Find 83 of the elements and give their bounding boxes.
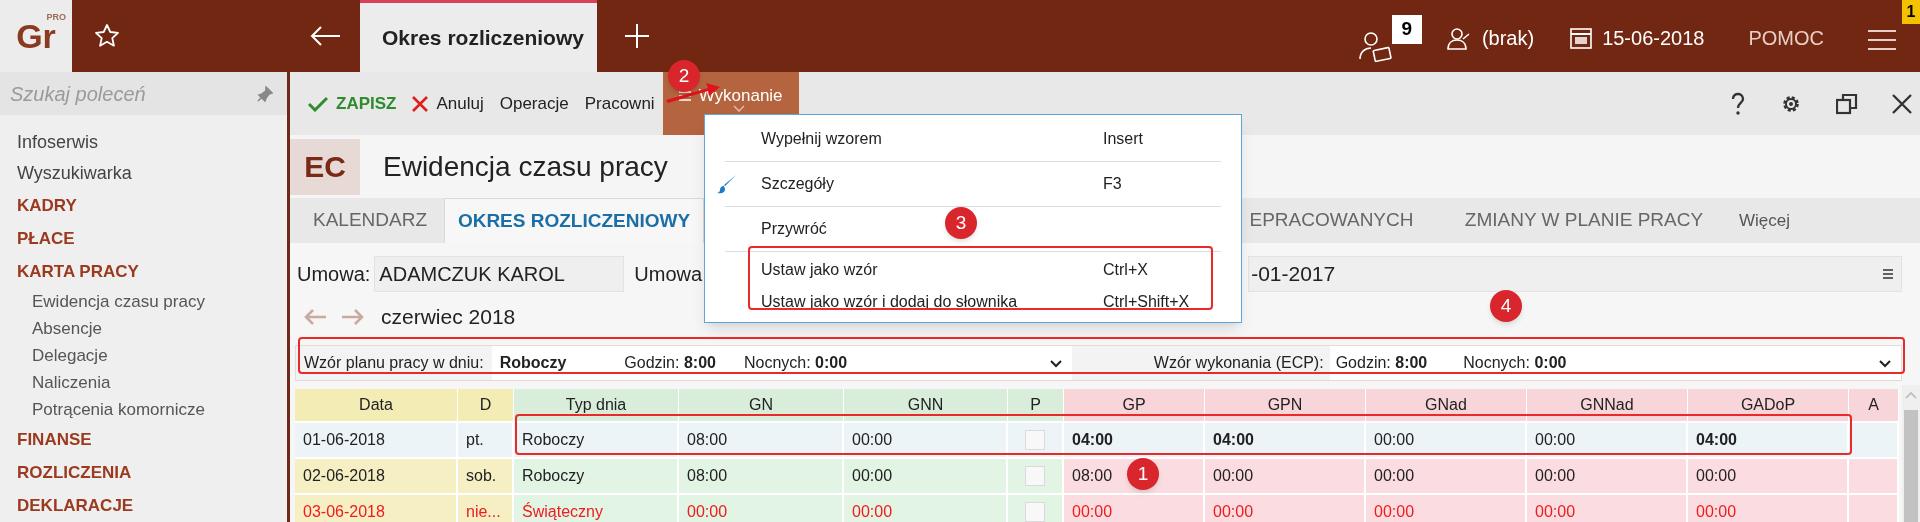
more-tabs-link[interactable]: Więcej — [1739, 198, 1790, 243]
open-tab[interactable]: Okres rozliczeniowy — [360, 0, 597, 72]
toolbar-button[interactable]: ZAPISZ — [300, 72, 405, 135]
contract-field[interactable]: ADAMCZUK KAROL — [374, 256, 625, 292]
column-header[interactable]: GP — [1064, 389, 1205, 421]
table-cell: 00:00 — [1688, 495, 1849, 522]
column-header[interactable]: D — [458, 389, 514, 421]
sidebar-section[interactable]: DEKLARACJE — [17, 489, 134, 522]
column-header[interactable]: GNNad — [1527, 389, 1688, 421]
toolbar-button[interactable]: Pracowni — [576, 72, 663, 135]
sidebar-item[interactable]: Absencje — [17, 315, 102, 342]
table-cell: 00:00 — [679, 495, 844, 522]
document-title: Ewidencja czasu pracy — [383, 149, 668, 184]
table-cell: 04:00 — [1688, 423, 1849, 457]
menu-item[interactable]: Ustaw jako wzór — [761, 258, 878, 282]
table-cell: 02-06-2018 — [295, 459, 458, 493]
table-cell: 00:00 — [1527, 495, 1688, 522]
menu-item[interactable]: Szczegóły — [761, 172, 834, 196]
table-cell: 04:00 — [1205, 423, 1366, 457]
document-badge: EC — [290, 138, 360, 195]
table-cell: 00:00 — [844, 423, 1008, 457]
contract-date-field[interactable]: -01-2017 — [1248, 256, 1902, 292]
shortcut-label: F3 — [1103, 174, 1123, 194]
table-cell: 00:00 — [1366, 423, 1527, 457]
sidebar-item[interactable]: Potrącenia komornicze — [17, 396, 205, 423]
column-header[interactable]: A — [1849, 389, 1899, 421]
table-cell: 00:00 — [1205, 459, 1366, 493]
help-link[interactable]: POMOC — [1748, 23, 1824, 53]
table-cell: 00:00 — [1366, 495, 1527, 522]
table-cell: 00:00 — [1527, 423, 1688, 457]
shortcut-label: Insert — [1103, 129, 1144, 149]
table-cell: 08:00 — [679, 459, 844, 493]
column-header[interactable]: Typ dnia — [514, 389, 679, 421]
sidebar-item[interactable]: Naliczenia — [17, 369, 111, 396]
period-label: czerwiec 2018 — [381, 304, 516, 331]
sidebar-item[interactable]: Wyszukiwarka — [17, 158, 132, 189]
sidebar-section[interactable]: KARTA PRACY — [17, 255, 139, 288]
field-label: Umowa — [634, 262, 703, 287]
table-cell: Roboczy — [514, 423, 679, 457]
table-cell: 00:00 — [1527, 459, 1688, 493]
shortcut-label: Ctrl+Shift+X — [1103, 292, 1191, 312]
table-cell: 00:00 — [844, 495, 1008, 522]
sidebar-section[interactable]: PŁACE — [17, 222, 75, 255]
column-header[interactable]: GNad — [1366, 389, 1527, 421]
column-header[interactable]: P — [1008, 389, 1064, 421]
table-cell: sob. — [458, 459, 514, 493]
field-label: Umowa: — [297, 262, 371, 287]
tab[interactable]: KALENDARZ — [296, 198, 444, 243]
column-header[interactable]: GADoP — [1688, 389, 1849, 421]
table-cell: 00:00 — [844, 459, 1008, 493]
table-cell: 01-06-2018 — [295, 423, 458, 457]
sidebar-item[interactable]: Infoserwis — [17, 127, 99, 158]
table-cell: 03-06-2018 — [295, 495, 458, 522]
tab[interactable]: ZMIANY W PLANIE PRACY — [1439, 198, 1729, 243]
notification-count: 9 — [1391, 14, 1422, 44]
column-header[interactable]: GN — [679, 389, 844, 421]
table-cell: 08:00 — [679, 423, 844, 457]
table-cell: 00:00 — [1688, 459, 1849, 493]
shortcut-label: Ctrl+X — [1103, 260, 1149, 280]
sidebar-section[interactable]: KADRY — [17, 189, 77, 222]
table-cell: 00:00 — [1366, 459, 1527, 493]
menu-item[interactable]: Przywróć — [761, 217, 827, 241]
sidebar-section[interactable]: FINANSE — [17, 423, 92, 456]
sidebar-section[interactable]: ROZLICZENIA — [17, 456, 132, 489]
table-cell: 00:00 — [1064, 495, 1205, 522]
column-header[interactable]: Data — [295, 389, 458, 421]
sidebar-item[interactable]: Ewidencja czasu pracy — [17, 288, 205, 315]
table-cell: Świąteczny — [514, 495, 679, 522]
menu-badge: 1 — [1902, 0, 1920, 24]
table-cell: pt. — [458, 423, 514, 457]
column-header[interactable]: GPN — [1205, 389, 1366, 421]
toolbar-button[interactable]: Anuluj — [404, 72, 492, 135]
tab[interactable]: OKRES ROZLICZENIOWY — [444, 198, 704, 243]
table-cell: Roboczy — [514, 459, 679, 493]
table-cell: 00:00 — [1205, 495, 1366, 522]
sidebar-item[interactable]: Delegacje — [17, 342, 108, 369]
table-cell: nie... — [458, 495, 514, 522]
user-name[interactable]: (brak) — [1481, 23, 1535, 53]
current-date[interactable]: 15-06-2018 — [1602, 23, 1705, 53]
table-cell: 04:00 — [1064, 423, 1205, 457]
column-header[interactable]: GNN — [844, 389, 1008, 421]
toolbar-button[interactable]: Operacje — [491, 72, 577, 135]
menu-item[interactable]: Ustaw jako wzór i dodaj do słownika — [761, 290, 1018, 314]
